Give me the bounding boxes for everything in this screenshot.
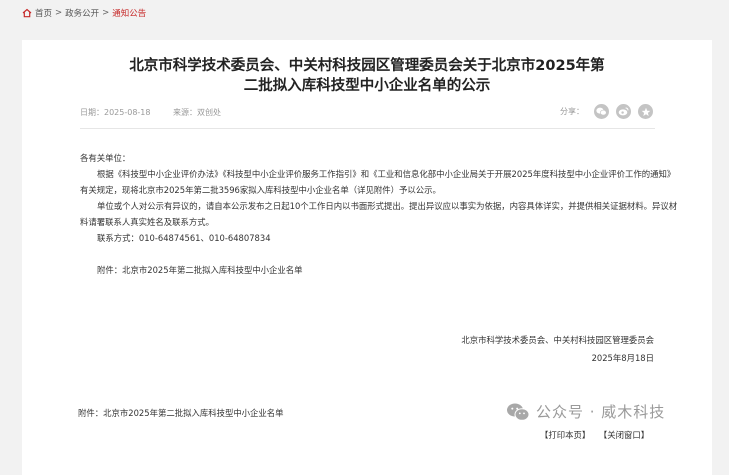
attachment-note: 附件：北京市2025年第二批拟入库科技型中小企业名单 bbox=[97, 265, 303, 275]
breadcrumb-separator: > bbox=[102, 8, 110, 18]
watermark-text: 公众号 · 威木科技 bbox=[536, 403, 666, 421]
breadcrumb-gov-open-link[interactable]: 政务公开 bbox=[65, 7, 99, 19]
share-label: 分享： bbox=[560, 107, 584, 116]
breadcrumb-current-link[interactable]: 通知公告 bbox=[112, 7, 146, 19]
paragraph-objection: 单位或个人对公示有异议的，请自本公示发布之日起10个工作日内以书面形式提出。提出… bbox=[80, 201, 678, 227]
article-source: 来源：双创处 bbox=[173, 108, 222, 117]
close-window-link[interactable]: 【关闭窗口】 bbox=[599, 430, 649, 440]
wechat-logo-icon bbox=[507, 403, 530, 421]
signatory: 北京市科学技术委员会、中关村科技园区管理委员会 bbox=[461, 335, 654, 345]
print-page-link[interactable]: 【打印本页】 bbox=[540, 430, 590, 440]
publish-date: 日期：2025-08-18 bbox=[80, 108, 151, 117]
article-title: 北京市科学技术委员会、中关村科技园区管理委员会关于北京市2025年第 二批拟入库… bbox=[22, 56, 712, 96]
watermark: 公众号 · 威木科技 bbox=[506, 401, 665, 422]
breadcrumb: 首页 > 政务公开 > 通知公告 bbox=[22, 5, 146, 21]
article-body: 各有关单位： 根据《科技型中小企业评价办法》《科技型中小企业评价服务工作指引》和… bbox=[80, 150, 680, 278]
contact-info: 联系方式：010-64874561、010-64807834 bbox=[97, 233, 271, 243]
greeting: 各有关单位： bbox=[80, 153, 131, 163]
wechat-icon[interactable] bbox=[594, 104, 609, 119]
home-icon[interactable] bbox=[22, 8, 32, 18]
article-title-line2: 二批拟入库科技型中小企业名单的公示 bbox=[243, 78, 491, 94]
breadcrumb-separator: > bbox=[55, 8, 63, 18]
page-actions: 【打印本页】 【关闭窗口】 bbox=[540, 429, 649, 441]
share-bar: 分享： bbox=[560, 104, 660, 119]
paragraph-basis: 根据《科技型中小企业评价办法》《科技型中小企业评价服务工作指引》和《工业和信息化… bbox=[80, 169, 676, 195]
article-meta: 日期：2025-08-18 来源：双创处 bbox=[80, 107, 241, 118]
attachment-link[interactable]: 附件：北京市2025年第二批拟入库科技型中小企业名单 bbox=[78, 407, 284, 419]
qzone-icon[interactable] bbox=[638, 104, 653, 119]
weibo-icon[interactable] bbox=[616, 104, 631, 119]
article-title-line1: 北京市科学技术委员会、中关村科技园区管理委员会关于北京市2025年第 bbox=[129, 58, 605, 74]
divider bbox=[80, 128, 655, 129]
sign-date: 2025年8月18日 bbox=[591, 353, 654, 363]
breadcrumb-home-link[interactable]: 首页 bbox=[35, 7, 52, 19]
article-card: 北京市科学技术委员会、中关村科技园区管理委员会关于北京市2025年第 二批拟入库… bbox=[22, 40, 712, 475]
